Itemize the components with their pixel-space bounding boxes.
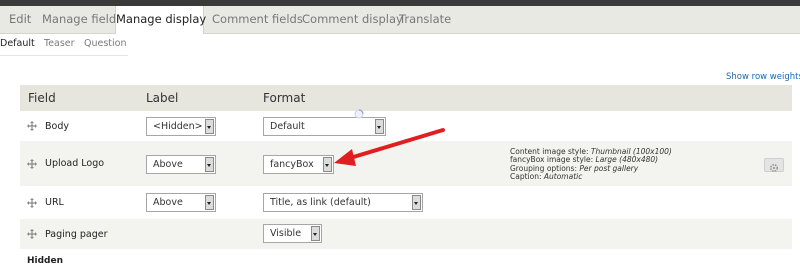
red-arrow-icon	[334, 128, 445, 166]
hidden-section-label: Hidden	[27, 256, 64, 266]
